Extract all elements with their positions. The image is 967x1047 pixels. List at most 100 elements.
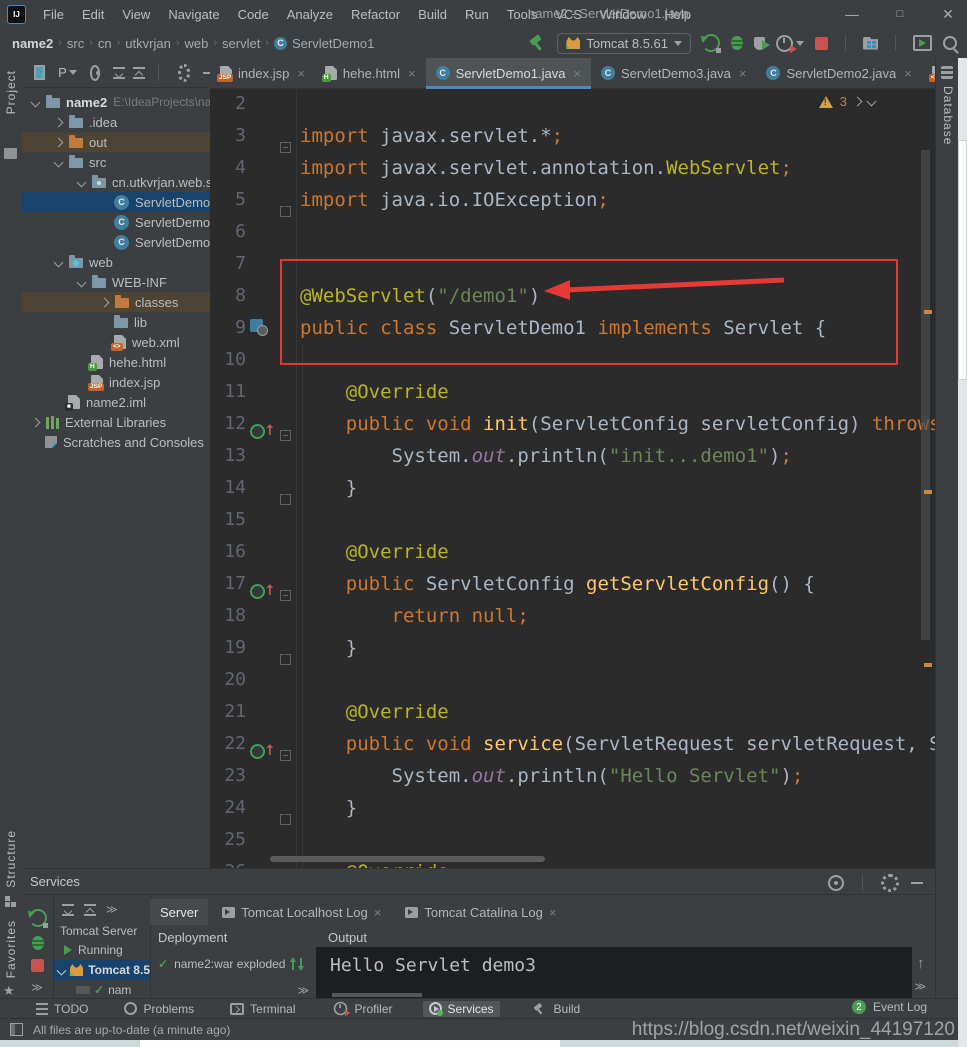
close-icon[interactable]: × <box>573 66 581 81</box>
more-actions[interactable]: ≫ <box>106 903 119 916</box>
code-line[interactable]: 12↑ public void init(ServletConfig servl… <box>210 408 935 440</box>
deploy-sync-icon[interactable] <box>291 957 303 971</box>
code-line[interactable]: 6 <box>210 216 935 248</box>
tree-row[interactable]: WEB-INF <box>22 272 210 292</box>
output-console[interactable]: Hello Servlet demo3 <box>316 947 912 999</box>
code-line[interactable]: 19 } <box>210 632 935 664</box>
services-node-status[interactable]: Running <box>54 940 150 960</box>
tree-row[interactable]: .idea <box>22 112 210 132</box>
menu-code[interactable]: Code <box>229 7 278 22</box>
toolwindow-services-button[interactable]: Services <box>423 1001 500 1017</box>
code-editor[interactable]: 23import javax.servlet.*;4import javax.s… <box>210 88 935 868</box>
tool-stripe-project[interactable]: Project <box>4 70 18 114</box>
toolwindow-todo-button[interactable]: TODO <box>30 1001 94 1017</box>
tree-row[interactable]: out <box>22 132 210 152</box>
services-node-server-type[interactable]: Tomcat Server <box>54 922 150 940</box>
editor-tab[interactable]: Hhehe.html× <box>315 58 426 88</box>
code-line[interactable]: 23 System.out.println("Hello Servlet"); <box>210 760 935 792</box>
close-icon[interactable]: × <box>904 66 912 81</box>
run-configuration-select[interactable]: Tomcat 8.5.61 <box>557 33 691 54</box>
console-scrollbar[interactable] <box>332 993 422 997</box>
chevron-right-icon[interactable] <box>100 297 110 307</box>
editor-tab[interactable]: JSPindex.jsp× <box>210 58 315 88</box>
menu-build[interactable]: Build <box>409 7 456 22</box>
close-icon[interactable]: × <box>408 66 416 81</box>
tree-row[interactable]: CServletDemo2 <box>22 212 210 232</box>
debug-server-icon[interactable] <box>32 936 44 950</box>
code-line[interactable]: 24 } <box>210 792 935 824</box>
project-view-icon[interactable] <box>34 65 45 80</box>
code-line[interactable]: 14 } <box>210 472 935 504</box>
horizontal-scrollbar[interactable] <box>270 856 545 862</box>
code-line[interactable]: 4import javax.servlet.annotation.WebServ… <box>210 152 935 184</box>
menu-edit[interactable]: Edit <box>73 7 113 22</box>
code-line[interactable]: 13 System.out.println("init...demo1"); <box>210 440 935 472</box>
hide-panel-icon[interactable] <box>911 882 923 884</box>
gear-icon[interactable] <box>178 64 191 82</box>
toolwindow-build-button[interactable]: Build <box>524 1000 587 1018</box>
code-line[interactable]: 15 <box>210 504 935 536</box>
menu-navigate[interactable]: Navigate <box>159 7 228 22</box>
breadcrumb-item[interactable]: name2 <box>12 36 53 51</box>
tree-row[interactable]: CServletDemo1 <box>22 192 210 212</box>
code-line[interactable]: 25 <box>210 824 935 856</box>
vertical-scrollbar[interactable] <box>921 150 930 640</box>
tree-row[interactable]: <>web.xml <box>22 332 210 352</box>
menu-view[interactable]: View <box>113 7 159 22</box>
tree-row[interactable]: JSPindex.jsp <box>22 372 210 392</box>
services-tab[interactable]: Tomcat Localhost Log× <box>212 899 391 925</box>
tree-row[interactable]: Hhehe.html <box>22 352 210 372</box>
toolwindow-problems-button[interactable]: Problems <box>118 1001 200 1017</box>
editor-tab[interactable]: CServletDemo1.java× <box>426 58 591 88</box>
chevron-down-icon[interactable] <box>77 177 87 187</box>
toolwindow-toggle-icon[interactable] <box>10 1023 23 1036</box>
close-icon[interactable]: × <box>374 905 382 920</box>
event-log-button[interactable]: 2 Event Log <box>852 1000 927 1014</box>
services-node-tomcat[interactable]: Tomcat 8.5 <box>54 960 150 980</box>
gear-icon[interactable] <box>881 874 899 892</box>
toolwindow-profiler-button[interactable]: Profiler <box>326 999 399 1018</box>
prev-warning-icon[interactable] <box>853 97 863 107</box>
more-actions[interactable]: ≫ <box>914 980 927 993</box>
tree-row[interactable]: name2E:\IdeaProjects\name2 <box>22 92 210 112</box>
scroll-to-top-icon[interactable]: ↑ <box>917 955 925 972</box>
run-dashboard-icon[interactable] <box>863 37 878 50</box>
toolwindow-terminal-button[interactable]: Terminal <box>224 1001 301 1017</box>
project-view-selector[interactable]: P <box>58 65 77 80</box>
tree-row[interactable]: ■name2.iml <box>22 392 210 412</box>
chevron-right-icon[interactable] <box>31 417 41 427</box>
code-line[interactable]: 20 <box>210 664 935 696</box>
code-line[interactable]: 11 @Override <box>210 376 935 408</box>
breadcrumb-item[interactable]: servlet <box>222 36 260 51</box>
warning-stripe-mark[interactable] <box>924 663 932 667</box>
breadcrumb-item[interactable]: ServletDemo1 <box>292 36 374 51</box>
warning-stripe-mark[interactable] <box>924 310 932 314</box>
menu-analyze[interactable]: Analyze <box>278 7 342 22</box>
build-project-icon[interactable] <box>528 35 546 51</box>
debug-icon[interactable] <box>731 36 743 50</box>
menu-refactor[interactable]: Refactor <box>342 7 409 22</box>
rerun-server-icon[interactable] <box>29 909 47 927</box>
collapse-all-icon[interactable] <box>84 904 96 916</box>
code-line[interactable]: 17↑ public ServletConfig getServletConfi… <box>210 568 935 600</box>
tool-stripe-structure[interactable]: Structure <box>4 830 18 888</box>
breadcrumb-item[interactable]: web <box>185 36 209 51</box>
chevron-down-icon[interactable] <box>31 97 41 107</box>
browser-scrollbar[interactable] <box>958 58 967 1047</box>
expand-all-icon[interactable] <box>113 67 120 79</box>
minimize-button[interactable]: — <box>841 6 863 22</box>
stop-server-icon[interactable] <box>31 959 44 972</box>
deployment-row[interactable]: ✓ name2:war exploded <box>150 951 316 971</box>
maximize-button[interactable]: □ <box>889 8 911 20</box>
coverage-icon[interactable] <box>754 37 765 50</box>
tree-row[interactable]: Scratches and Consoles <box>22 432 210 452</box>
breadcrumb-item[interactable]: cn <box>98 36 112 51</box>
services-node-deployment[interactable]: ✓ nam <box>54 980 150 997</box>
tree-row[interactable]: CServletDemo3 <box>22 232 210 252</box>
locate-file-icon[interactable] <box>90 65 101 81</box>
tree-row[interactable]: src <box>22 152 210 172</box>
profiler-icon[interactable] <box>776 35 793 52</box>
code-line[interactable]: 3import javax.servlet.*; <box>210 120 935 152</box>
close-icon[interactable]: × <box>297 66 305 81</box>
services-tab[interactable]: Tomcat Catalina Log× <box>395 899 566 925</box>
